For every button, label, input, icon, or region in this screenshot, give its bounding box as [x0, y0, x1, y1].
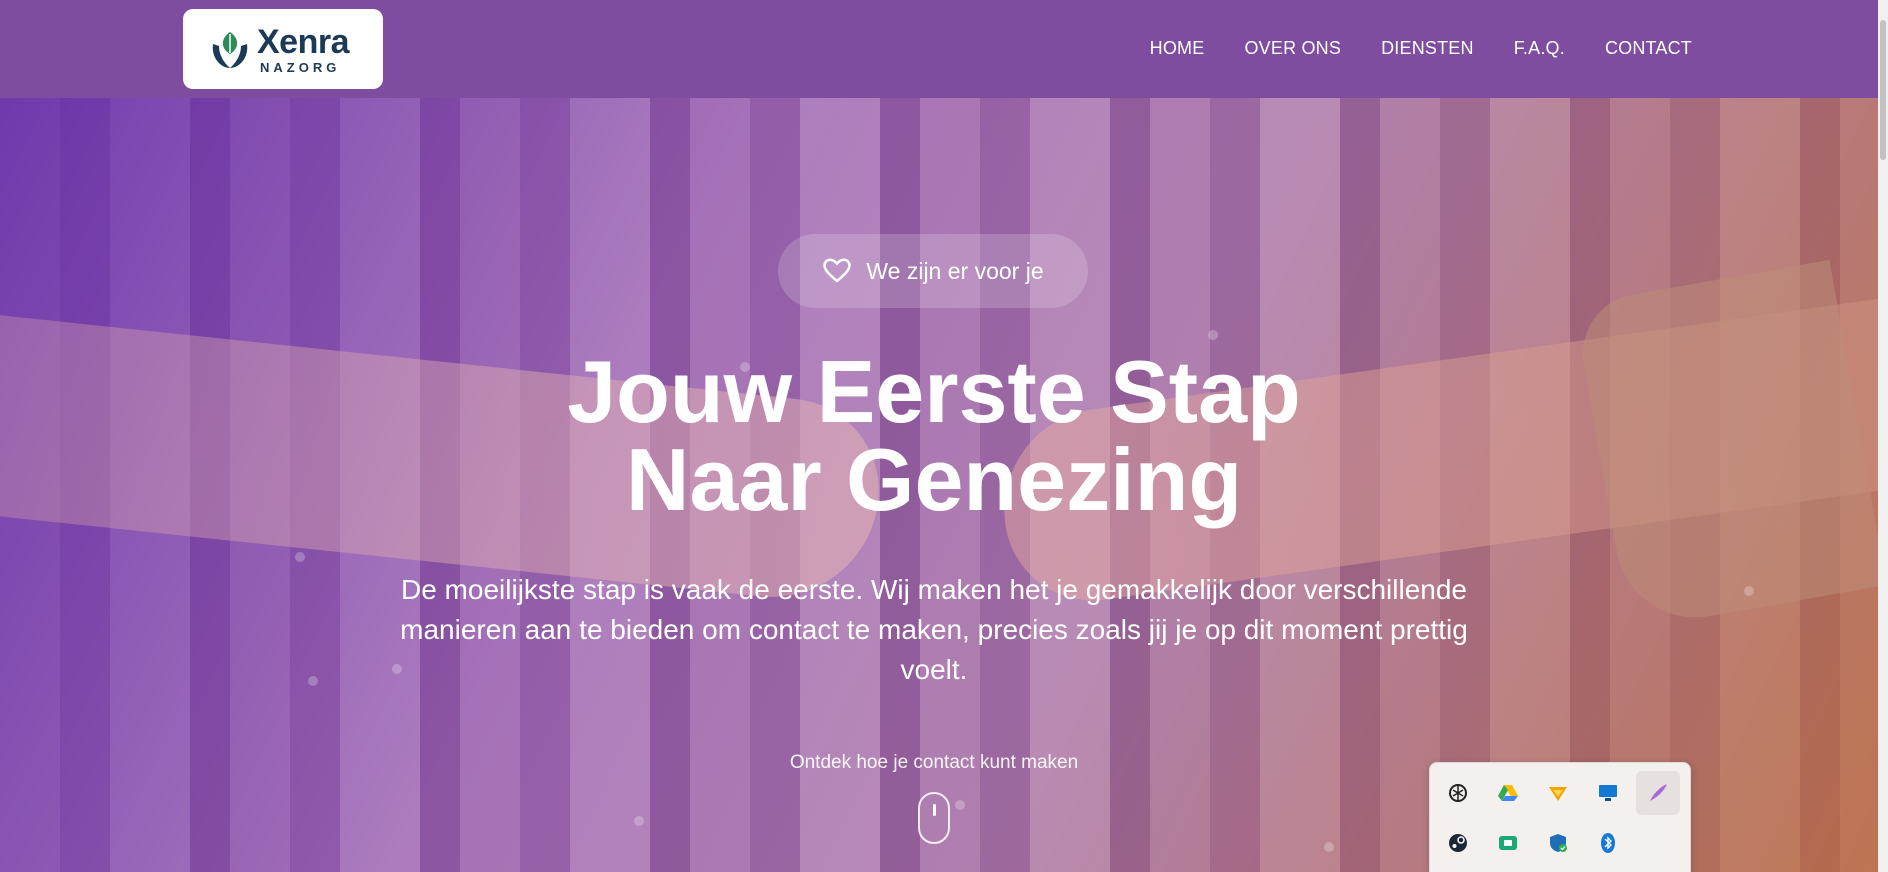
scrollbar-thumb[interactable] [1880, 20, 1886, 160]
system-tray-popup [1429, 762, 1691, 872]
bluetooth-icon[interactable] [1586, 821, 1630, 865]
nav-over-ons[interactable]: OVER ONS [1244, 38, 1341, 59]
decor-dot [295, 552, 305, 562]
hero-subtitle: De moeilijkste stap is vaak de eerste. W… [400, 574, 1468, 685]
steam-icon[interactable] [1436, 821, 1480, 865]
nav-home[interactable]: HOME [1150, 38, 1205, 59]
hero-title-line2: Naar Genezing [625, 430, 1243, 529]
hero-title-line1: Jouw Eerste Stap [567, 342, 1301, 441]
hero-badge: We zijn er voor je [778, 234, 1088, 308]
quill-icon[interactable] [1636, 771, 1680, 815]
nav-diensten[interactable]: DIENSTEN [1381, 38, 1474, 59]
decor-dot [1208, 330, 1218, 340]
page-scrollbar[interactable] [1878, 0, 1888, 872]
hero-title: Jouw Eerste Stap Naar Genezing [0, 348, 1868, 524]
google-drive-icon[interactable] [1486, 771, 1530, 815]
openai-icon[interactable] [1436, 771, 1480, 815]
remote-desktop-icon[interactable] [1586, 771, 1630, 815]
site-logo[interactable]: Xenra NAZORG [183, 9, 383, 89]
scroll-mouse-icon[interactable] [918, 792, 950, 844]
heart-icon [823, 258, 852, 283]
site-header: Xenra NAZORG HOME OVER ONS DIENSTEN F.A.… [0, 0, 1878, 98]
nav-contact[interactable]: CONTACT [1605, 38, 1692, 59]
main-nav: HOME OVER ONS DIENSTEN F.A.Q. CONTACT [1150, 38, 1692, 59]
decor-dot [955, 800, 965, 810]
decor-dot [1324, 842, 1334, 852]
logo-name: Xenra [257, 22, 350, 61]
leaf-hands-logo-icon [212, 32, 248, 68]
security-shield-icon[interactable] [1536, 821, 1580, 865]
decor-dot [634, 816, 644, 826]
logo-subtitle: NAZORG [260, 59, 341, 75]
hero-badge-label: We zijn er voor je [866, 257, 1044, 284]
nav-faq[interactable]: F.A.Q. [1514, 38, 1565, 59]
decor-dot [308, 676, 318, 686]
feather-app-icon[interactable] [1536, 771, 1580, 815]
wallet-icon[interactable] [1486, 821, 1530, 865]
mouse-wheel [933, 804, 936, 816]
decor-dot [1744, 586, 1754, 596]
